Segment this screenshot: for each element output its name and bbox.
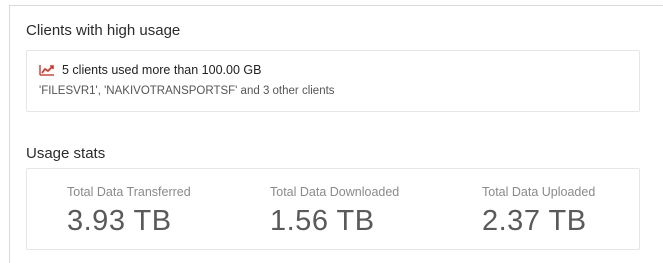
- high-usage-headline: 5 clients used more than 100.00 GB: [62, 63, 262, 77]
- stat-total-uploaded: Total Data Uploaded 2.37 TB: [482, 185, 595, 238]
- stat-value: 2.37 TB: [482, 205, 587, 237]
- stat-total-transferred: Total Data Transferred 3.93 TB: [67, 185, 191, 238]
- stat-value: 1.56 TB: [270, 205, 375, 237]
- high-usage-client-list: 'FILESVR1', 'NAKIVOTRANSPORTSF' and 3 ot…: [39, 85, 335, 97]
- trend-up-icon: [39, 65, 54, 76]
- usage-stats-card: Total Data Transferred 3.93 TB Total Dat…: [26, 168, 640, 250]
- stat-value: 3.93 TB: [67, 205, 172, 237]
- high-usage-alert-card: 5 clients used more than 100.00 GB 'FILE…: [26, 50, 640, 112]
- stat-label: Total Data Uploaded: [482, 185, 596, 199]
- stat-total-downloaded: Total Data Downloaded 1.56 TB: [270, 185, 399, 238]
- usage-stats-title: Usage stats: [26, 145, 106, 162]
- stat-label: Total Data Transferred: [67, 185, 191, 199]
- stat-label: Total Data Downloaded: [270, 185, 400, 199]
- high-usage-title: Clients with high usage: [26, 22, 181, 39]
- high-usage-headline-row: 5 clients used more than 100.00 GB: [39, 63, 261, 77]
